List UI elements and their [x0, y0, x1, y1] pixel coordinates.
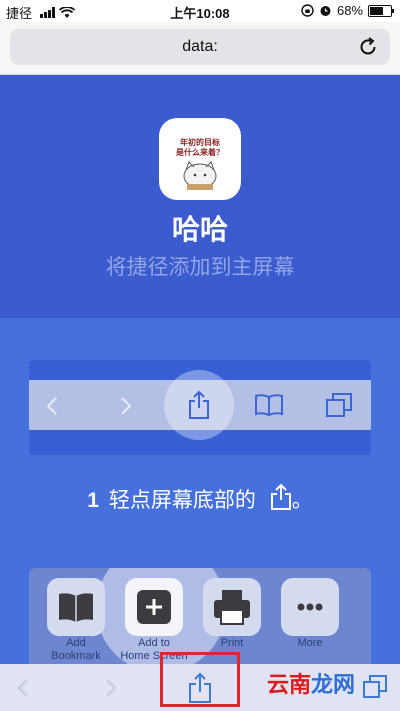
- step-text: 轻点屏幕底部的: [108, 489, 256, 512]
- rotation-lock-icon: [301, 4, 314, 17]
- step-suffix: 。: [291, 489, 313, 512]
- battery-percentage: 68%: [336, 3, 363, 18]
- plus-icon: [137, 590, 171, 624]
- url-text: data:: [182, 38, 218, 55]
- toolbar-illustration: [29, 360, 371, 455]
- add-bookmark-action: [47, 578, 105, 636]
- print-label: Print: [220, 637, 244, 649]
- illustration-bookmarks-icon: [255, 394, 283, 417]
- tabs-icon[interactable]: [362, 674, 388, 700]
- illustration-tabs-icon: [326, 393, 352, 417]
- more-action: [281, 578, 339, 636]
- reload-icon[interactable]: [356, 35, 380, 59]
- share-button-highlight-box: [160, 652, 240, 707]
- forward-icon[interactable]: [104, 678, 118, 698]
- book-icon: [59, 593, 93, 622]
- address-bar[interactable]: data:: [10, 29, 390, 65]
- share-icon-inline: [270, 483, 291, 510]
- share-sheet-illustration: Add Bookmark Add to Home Screen Print Mo…: [29, 568, 371, 664]
- alarm-icon: [320, 6, 331, 16]
- back-icon[interactable]: [16, 678, 30, 698]
- app-subtitle: 将捷径添加到主屏幕: [105, 256, 295, 279]
- illustration-share-icon: [189, 390, 209, 419]
- app-title: 哈哈: [171, 214, 228, 245]
- illustration-back-icon: [46, 397, 57, 415]
- browser-header: data:: [0, 22, 400, 75]
- illustration-forward-icon: [121, 397, 132, 415]
- step-number: 1: [87, 489, 99, 512]
- watermark: 云南龙网: [267, 672, 356, 697]
- instruction-section: 1 轻点屏幕底部的 。 Add Bookmark Add to Home Scre…: [0, 318, 400, 664]
- status-bar: 捷径 上午10:08 68%: [0, 0, 400, 22]
- battery-icon: [368, 4, 394, 17]
- printer-icon: [214, 590, 250, 625]
- cat-face-icon: [183, 161, 217, 190]
- print-action: [203, 578, 261, 636]
- add-to-home-action: [125, 578, 183, 636]
- add-bookmark-label: Add Bookmark: [51, 637, 101, 662]
- shortcut-app-icon: 年初的目标 是什么来着？: [159, 118, 241, 200]
- hero-section: 年初的目标 是什么来着？ 哈哈 将捷径添加到主屏幕: [0, 75, 400, 318]
- step-instruction: 1 轻点屏幕底部的 。: [0, 483, 400, 514]
- more-icon: [297, 603, 323, 611]
- more-label: More: [297, 637, 323, 649]
